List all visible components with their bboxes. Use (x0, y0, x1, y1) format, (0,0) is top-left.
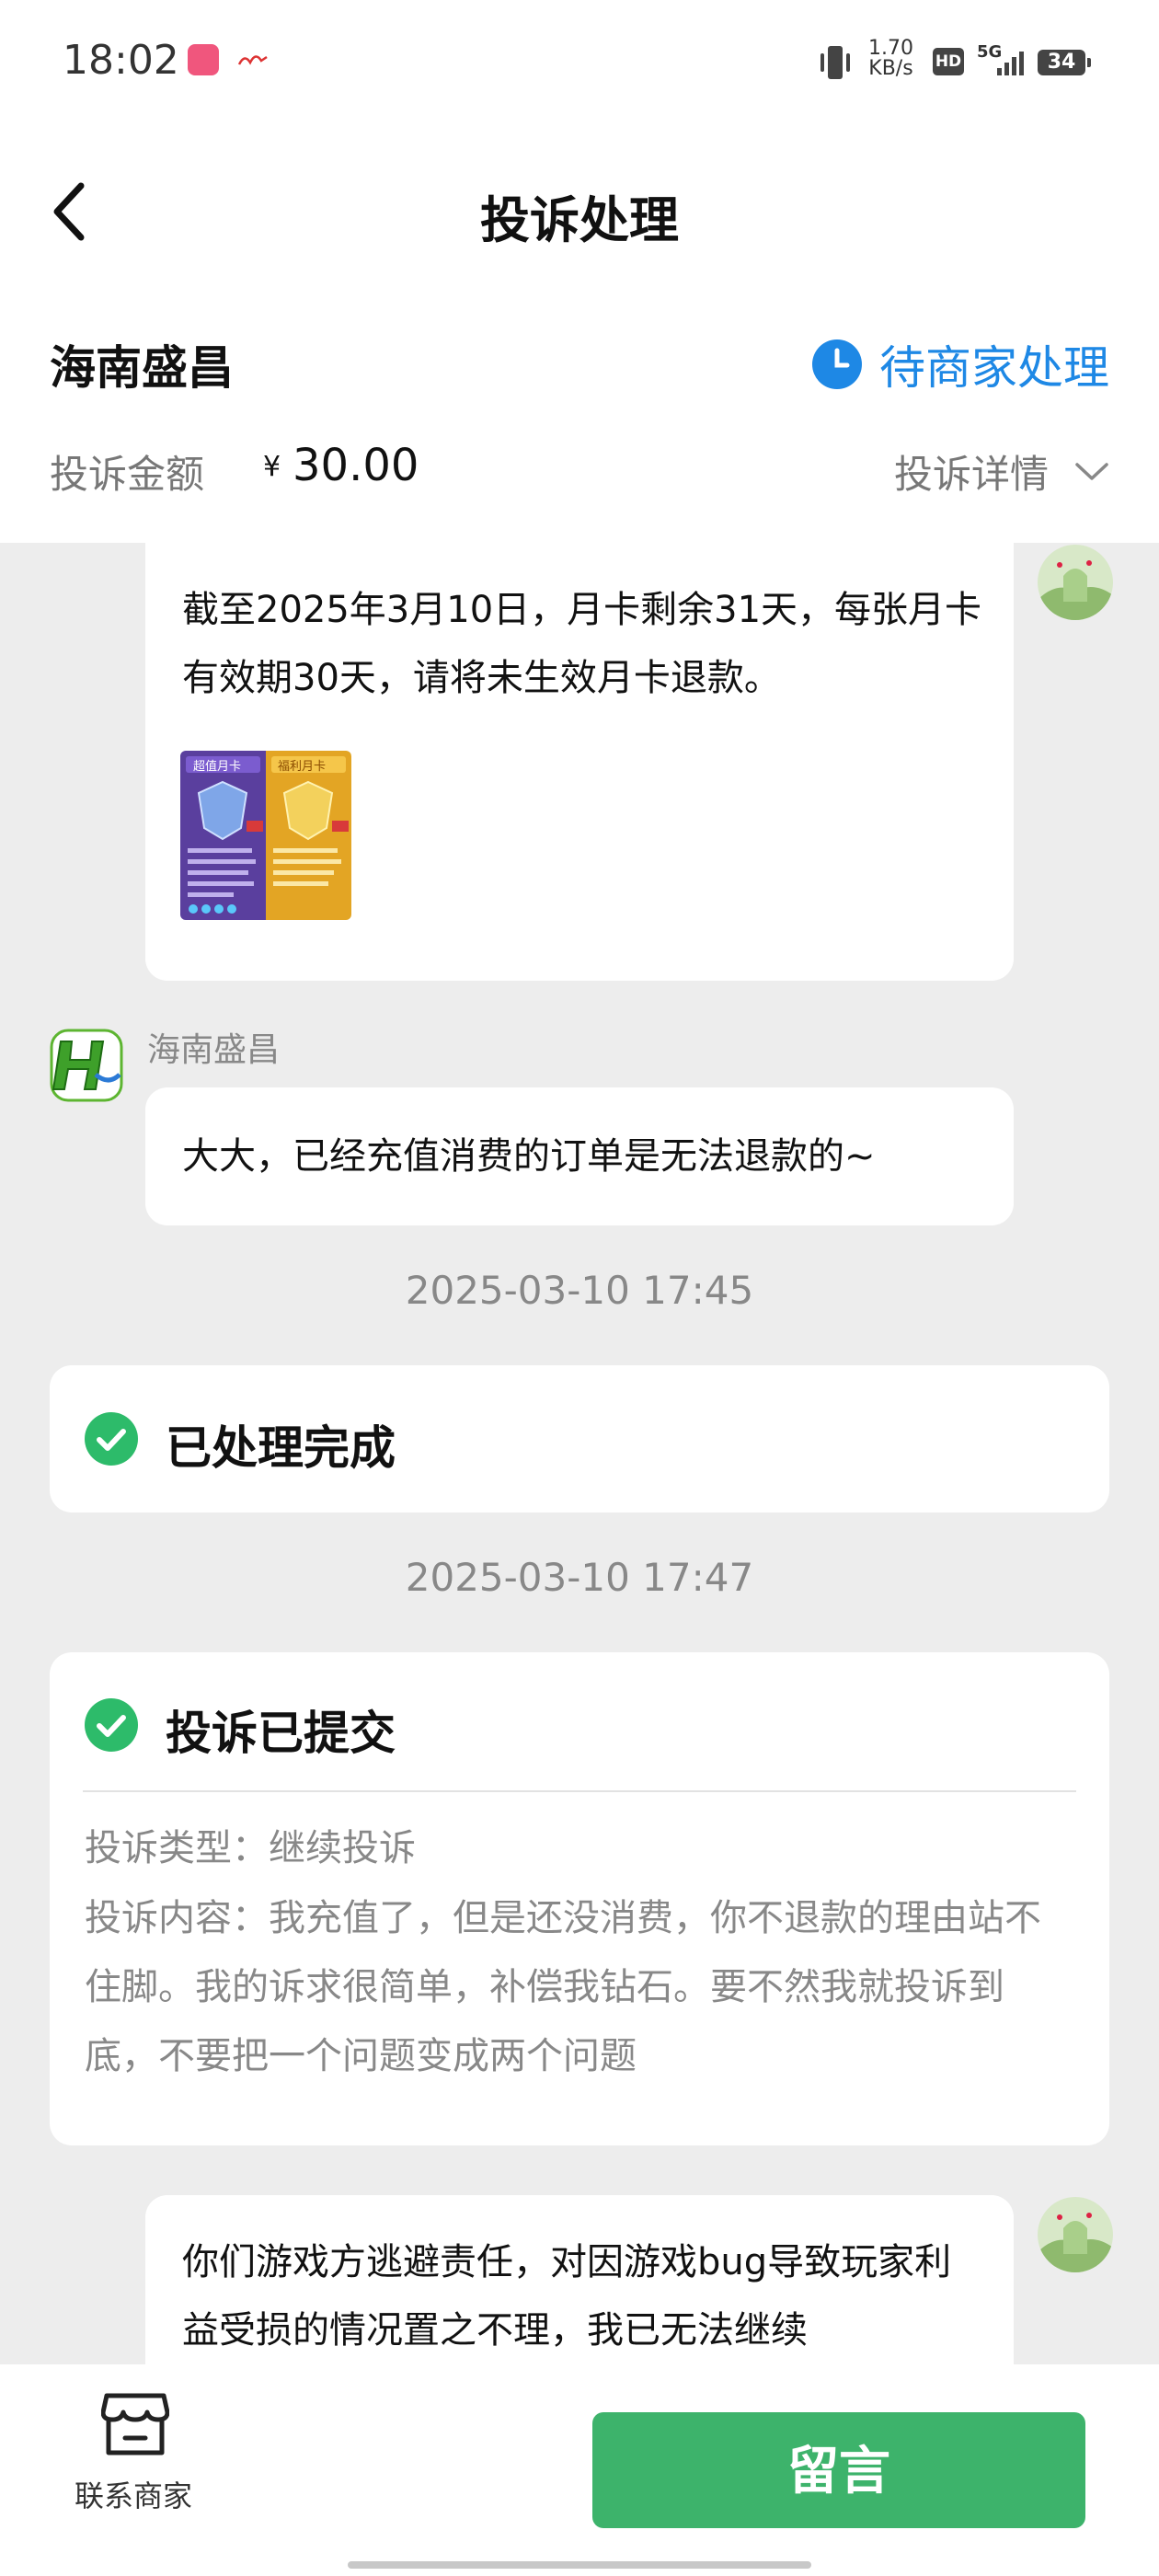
amount-label: 投诉金额 (50, 452, 205, 497)
news-app-notification-icon (237, 48, 269, 72)
page-title: 投诉处理 (480, 191, 679, 249)
thumb-right-caption: 福利月卡 (278, 760, 327, 774)
network-speed-unit: KB/s (868, 57, 913, 80)
status-card-submitted: 投诉已提交 投诉类型：继续投诉 投诉内容：我充值了，但是还没消费，你不退款的理由… (50, 1652, 1109, 2145)
card-title: 已处理完成 (166, 1421, 396, 1475)
chevron-down-icon (1075, 462, 1108, 480)
contact-merchant-label: 联系商家 (74, 2478, 192, 2513)
complaint-header: 海南盛昌 待商家处理 投诉金额 ¥ 30.00 投诉详情 (0, 304, 1159, 543)
detail-label: 投诉详情 (893, 452, 1049, 497)
timestamp: 2025-03-10 17:45 (405, 1268, 754, 1313)
status-card-processed: 已处理完成 (50, 1365, 1109, 1512)
check-circle-icon (85, 1698, 138, 1752)
nav-bar: 投诉处理 (0, 120, 1159, 304)
user-avatar[interactable] (1038, 2197, 1113, 2272)
divider (83, 1790, 1076, 1792)
status-time: 18:02 (63, 37, 179, 84)
clock-icon (812, 339, 862, 389)
thumb-left-caption: 超值月卡 (193, 760, 242, 774)
complaint-type: 投诉类型：继续投诉 (85, 1827, 416, 1869)
status-bar: 18:02 1.70 KB/s HD 5G 34 (0, 0, 1159, 120)
timestamp: 2025-03-10 17:47 (405, 1555, 754, 1600)
complaint-detail-toggle[interactable]: 投诉详情 (894, 443, 1109, 500)
amount-value: 30.00 (293, 440, 419, 491)
user-avatar[interactable] (1038, 545, 1113, 620)
leave-message-button[interactable]: 留言 (592, 2412, 1085, 2528)
home-indicator[interactable] (348, 2561, 811, 2569)
message-text: 大大，已经充值消费的订单是无法退款的~ (182, 1135, 876, 1178)
status-text: 待商家处理 (879, 341, 1109, 395)
battery-level: 34 (1038, 50, 1091, 75)
merchant-name: 海南盛昌 (50, 341, 234, 395)
card-title: 投诉已提交 (166, 1707, 396, 1760)
merchant-sender-name: 海南盛昌 (147, 1031, 281, 1069)
merchant-message-bubble: 大大，已经充值消费的订单是无法退款的~ (145, 1087, 1014, 1225)
attachment-thumbnail[interactable]: 超值月卡 福利月卡 (180, 751, 351, 920)
currency-symbol: ¥ (263, 451, 281, 483)
hd-badge: HD (933, 48, 964, 75)
store-icon (101, 2393, 169, 2455)
app-notification-icon (188, 44, 219, 75)
message-text: 截至2025年3月10日，月卡剩余31天，每张月卡有效期30天，请将未生效月卡退… (182, 589, 982, 699)
network-speed-value: 1.70 (868, 37, 913, 60)
complaint-content: 投诉内容：我充值了，但是还没消费，你不退款的理由站不住脚。我的诉求很简单，补偿我… (85, 1897, 1041, 2077)
status-badge: 待商家处理 (811, 331, 1109, 397)
bottom-action-bar: 联系商家 留言 (0, 2364, 1159, 2576)
network-speed: 1.70 KB/s (868, 39, 913, 79)
check-circle-icon (85, 1412, 138, 1466)
message-text: 你们游戏方逃避责任，对因游戏bug导致玩家利益受损的情况置之不理，我已无法继续 (182, 2241, 952, 2352)
contact-merchant-button[interactable]: 联系商家 (37, 2383, 230, 2530)
merchant-avatar-icon[interactable] (50, 1029, 123, 1102)
signal-bars-icon (997, 52, 1024, 75)
vibrate-icon (820, 46, 850, 79)
